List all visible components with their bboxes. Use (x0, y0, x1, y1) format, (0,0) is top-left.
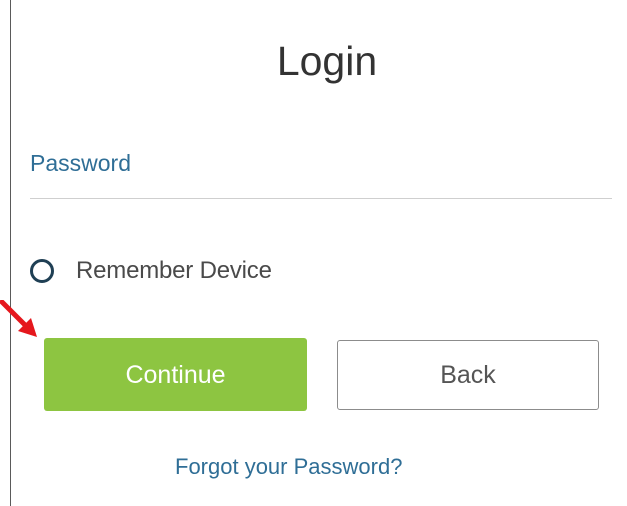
radio-button-icon[interactable] (30, 259, 54, 283)
password-field[interactable] (30, 182, 612, 199)
login-form: Login Password Remember Device Continue … (0, 0, 627, 506)
continue-button[interactable]: Continue (44, 338, 307, 411)
red-arrow-icon (0, 300, 37, 337)
remember-device-label: Remember Device (76, 257, 272, 284)
back-button[interactable]: Back (337, 340, 599, 410)
forgot-password-link[interactable]: Forgot your Password? (175, 452, 402, 482)
left-border (10, 0, 11, 506)
remember-device-option[interactable]: Remember Device (30, 254, 272, 288)
password-label: Password (30, 150, 131, 176)
page-title: Login (276, 38, 378, 84)
